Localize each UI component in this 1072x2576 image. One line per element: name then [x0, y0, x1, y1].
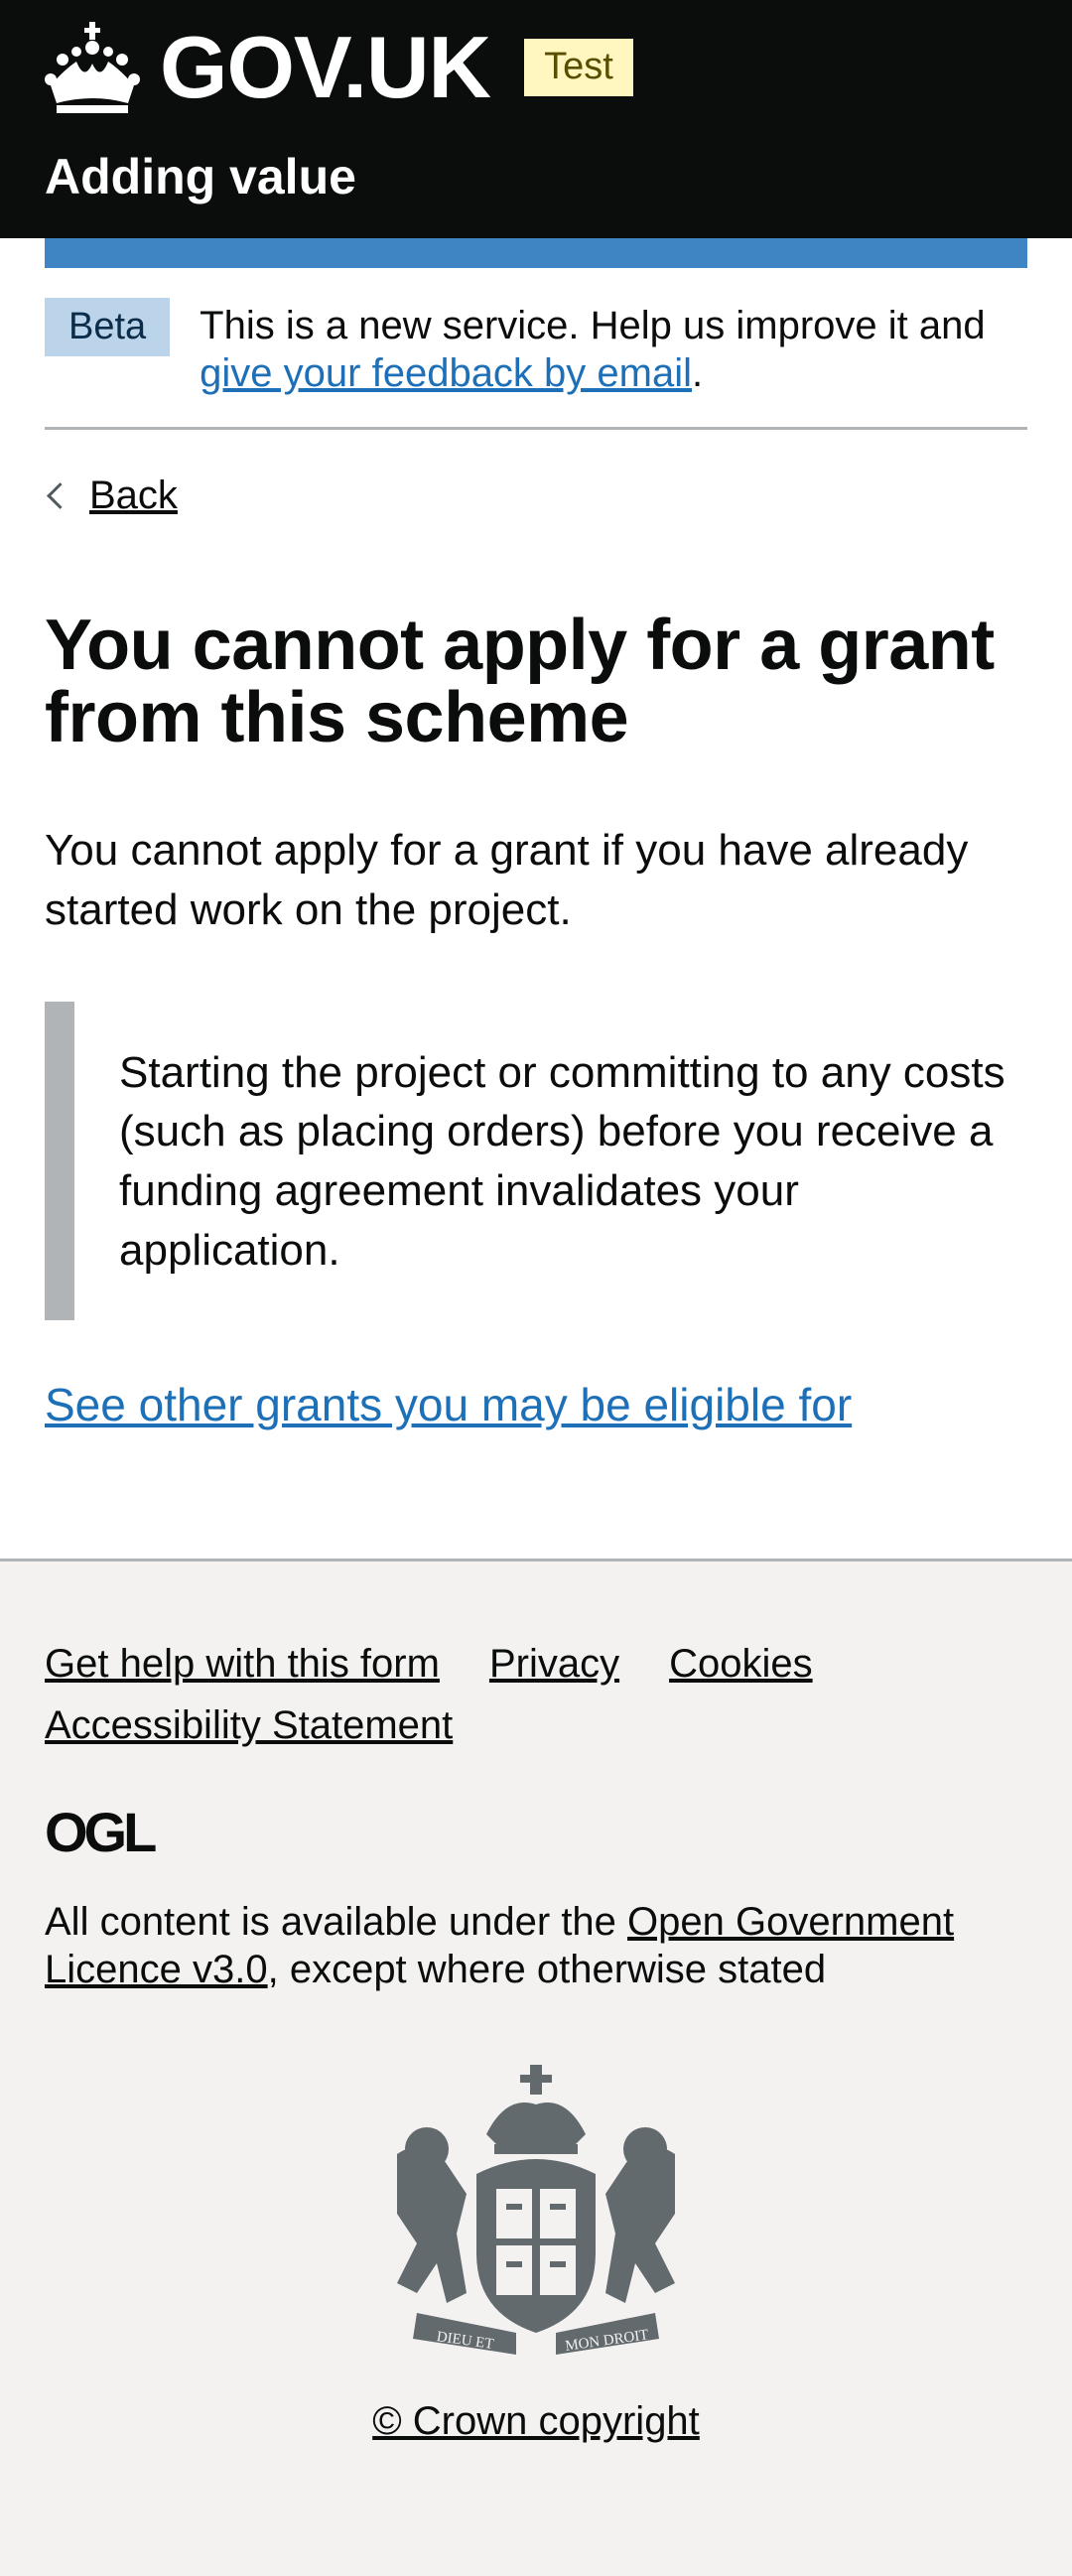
crest-container: DIEU ET MON DROIT [45, 2065, 1027, 2377]
phase-banner-text: This is a new service. Help us improve i… [200, 298, 1027, 397]
footer-link-help[interactable]: Get help with this form [45, 1633, 440, 1695]
header-accent-bar [45, 238, 1027, 268]
chevron-left-icon [47, 482, 73, 509]
beta-tag: Beta [45, 298, 171, 357]
other-grants-link[interactable]: See other grants you may be eligible for [45, 1378, 852, 1431]
crown-copyright-link[interactable]: © Crown copyright [372, 2399, 700, 2443]
crown-icon [45, 22, 140, 113]
feedback-email-link[interactable]: give your feedback by email [200, 351, 692, 395]
ogl-logo-text: OGL [45, 1806, 156, 1857]
footer-link-cookies[interactable]: Cookies [669, 1633, 813, 1695]
royal-coat-of-arms-icon: DIEU ET MON DROIT [397, 2065, 675, 2355]
licence-prefix: All content is available under the [45, 1900, 628, 1944]
back-link[interactable]: Back [45, 474, 178, 518]
inset-text: Starting the project or committing to an… [45, 1001, 1027, 1320]
licence-suffix: , except where otherwise stated [267, 1948, 827, 1991]
back-link-label: Back [89, 474, 178, 517]
site-header: GOV.UK Test Adding value [0, 0, 1072, 238]
site-footer: Get help with this form Privacy Cookies Acc… [0, 1559, 1072, 2576]
phase-banner-message: This is a new service. Help us improve i… [200, 304, 986, 347]
page-title: You cannot apply for a grant from this s… [45, 606, 995, 758]
ogl-logo-icon: OGL [45, 1801, 160, 1863]
footer-links: Get help with this form Privacy Cookies Acc… [45, 1633, 1027, 1756]
environment-tag: Test [524, 39, 633, 96]
govuk-logo-link[interactable]: GOV.UK Test [45, 22, 633, 113]
govuk-logo-text: GOV.UK [160, 18, 491, 116]
phase-banner-suffix: . [692, 351, 704, 395]
service-name-link[interactable]: Adding value [45, 147, 356, 206]
copyright: © Crown copyright [45, 2399, 1027, 2444]
main-container: Beta This is a new service. Help us impr… [45, 238, 1027, 1431]
licence-text: All content is available under the Open … [45, 1898, 1027, 1993]
footer-link-privacy[interactable]: Privacy [489, 1633, 619, 1695]
phase-banner: Beta This is a new service. Help us impr… [45, 268, 1027, 430]
body-text: You cannot apply for a grant if you have… [45, 825, 969, 934]
footer-link-accessibility[interactable]: Accessibility Statement [45, 1695, 453, 1756]
